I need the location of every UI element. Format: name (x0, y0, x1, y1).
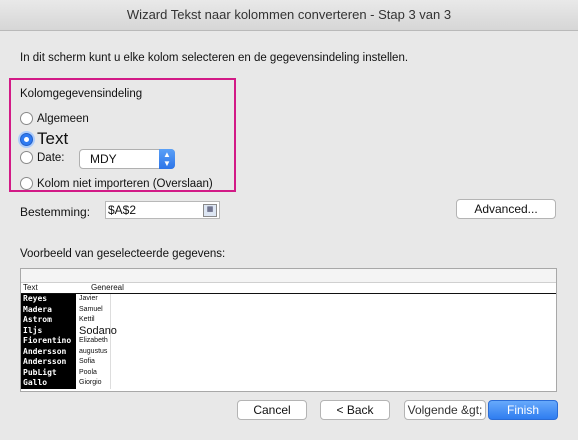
preview-cell: Gallo (21, 378, 76, 389)
preview-cell: Javier (76, 294, 111, 305)
preview-cell: Andersson (21, 357, 76, 368)
preview-cell: Astrom (21, 315, 76, 326)
destination-label: Bestemming: (20, 205, 91, 219)
table-row: Fiorentino Elizabeth (21, 336, 556, 347)
table-row: Astrom Kettil (21, 315, 556, 326)
date-format-select[interactable]: MDY ▲ ▼ (79, 149, 175, 169)
radio-date[interactable]: Date: (20, 151, 65, 164)
preview-cell: Iljs (21, 325, 76, 336)
table-row: Gallo Giorgio (21, 378, 556, 389)
preview-cell: Madera (21, 304, 76, 315)
radio-text[interactable]: Text (20, 129, 68, 149)
table-row: Andersson Sofia (21, 357, 556, 368)
chevron-updown-icon: ▲ ▼ (159, 149, 175, 169)
radio-date-button[interactable] (20, 151, 33, 164)
preview-cell: Reyes (21, 294, 76, 305)
radio-general-button[interactable] (20, 112, 33, 125)
preview-cell: Giorgio (76, 378, 111, 389)
preview-cell: PubLigt (21, 367, 76, 378)
radio-general[interactable]: Algemeen (20, 112, 89, 125)
table-row: Reyes Javier (21, 294, 556, 305)
instruction-text: In dit scherm kunt u elke kolom selecter… (20, 52, 409, 64)
preview-cell: Fiorentino (21, 336, 76, 347)
data-preview[interactable]: Text Genereal Reyes Javier Madera Samuel… (20, 268, 557, 392)
radio-skip-label: Kolom niet importeren (Overslaan) (37, 177, 213, 190)
preview-cell: augustus (76, 346, 111, 357)
date-format-value: MDY (90, 152, 117, 166)
radio-text-label: Text (37, 129, 69, 148)
cancel-button[interactable]: Cancel (237, 400, 307, 420)
preview-header-row: Text Genereal (21, 283, 556, 294)
table-row: Madera Samuel (21, 304, 556, 315)
preview-cell: Sofia (76, 357, 111, 368)
preview-header-general: Genereal (91, 283, 124, 292)
radio-text-button[interactable] (20, 132, 33, 146)
table-row: PubLigt Poola (21, 367, 556, 378)
radio-skip-button[interactable] (20, 177, 33, 190)
preview-cell: Kettil (76, 315, 111, 326)
window-title: Wizard Tekst naar kolommen converteren -… (0, 0, 578, 31)
back-button[interactable]: < Back (320, 400, 390, 420)
preview-cell: Andersson (21, 346, 76, 357)
preview-cell: Poola (76, 367, 111, 378)
preview-label: Voorbeeld van geselecteerde gegevens: (20, 248, 226, 260)
destination-value: $A$2 (108, 203, 137, 217)
format-section-label: Kolomgegevensindeling (20, 88, 143, 100)
range-picker-icon[interactable]: ▦ (203, 204, 217, 217)
radio-skip[interactable]: Kolom niet importeren (Overslaan) (20, 177, 213, 190)
advanced-button[interactable]: Advanced... (456, 199, 556, 219)
finish-button[interactable]: Finish (488, 400, 558, 420)
preview-cell: Elizabeth (76, 336, 111, 347)
preview-rows: Reyes Javier Madera Samuel Astrom Kettil… (21, 294, 556, 389)
table-row: Iljs Sodano (21, 325, 556, 336)
radio-date-label: Date: (37, 151, 65, 164)
radio-general-label: Algemeen (37, 112, 89, 125)
table-row: Andersson augustus (21, 346, 556, 357)
destination-input[interactable]: $A$2 ▦ (105, 201, 220, 219)
next-button[interactable]: Volgende &gt; (404, 400, 486, 420)
preview-cell: Sodano (76, 325, 117, 336)
preview-cell: Samuel (76, 304, 111, 315)
preview-ruler (21, 269, 556, 283)
preview-header-text: Text (23, 283, 38, 292)
